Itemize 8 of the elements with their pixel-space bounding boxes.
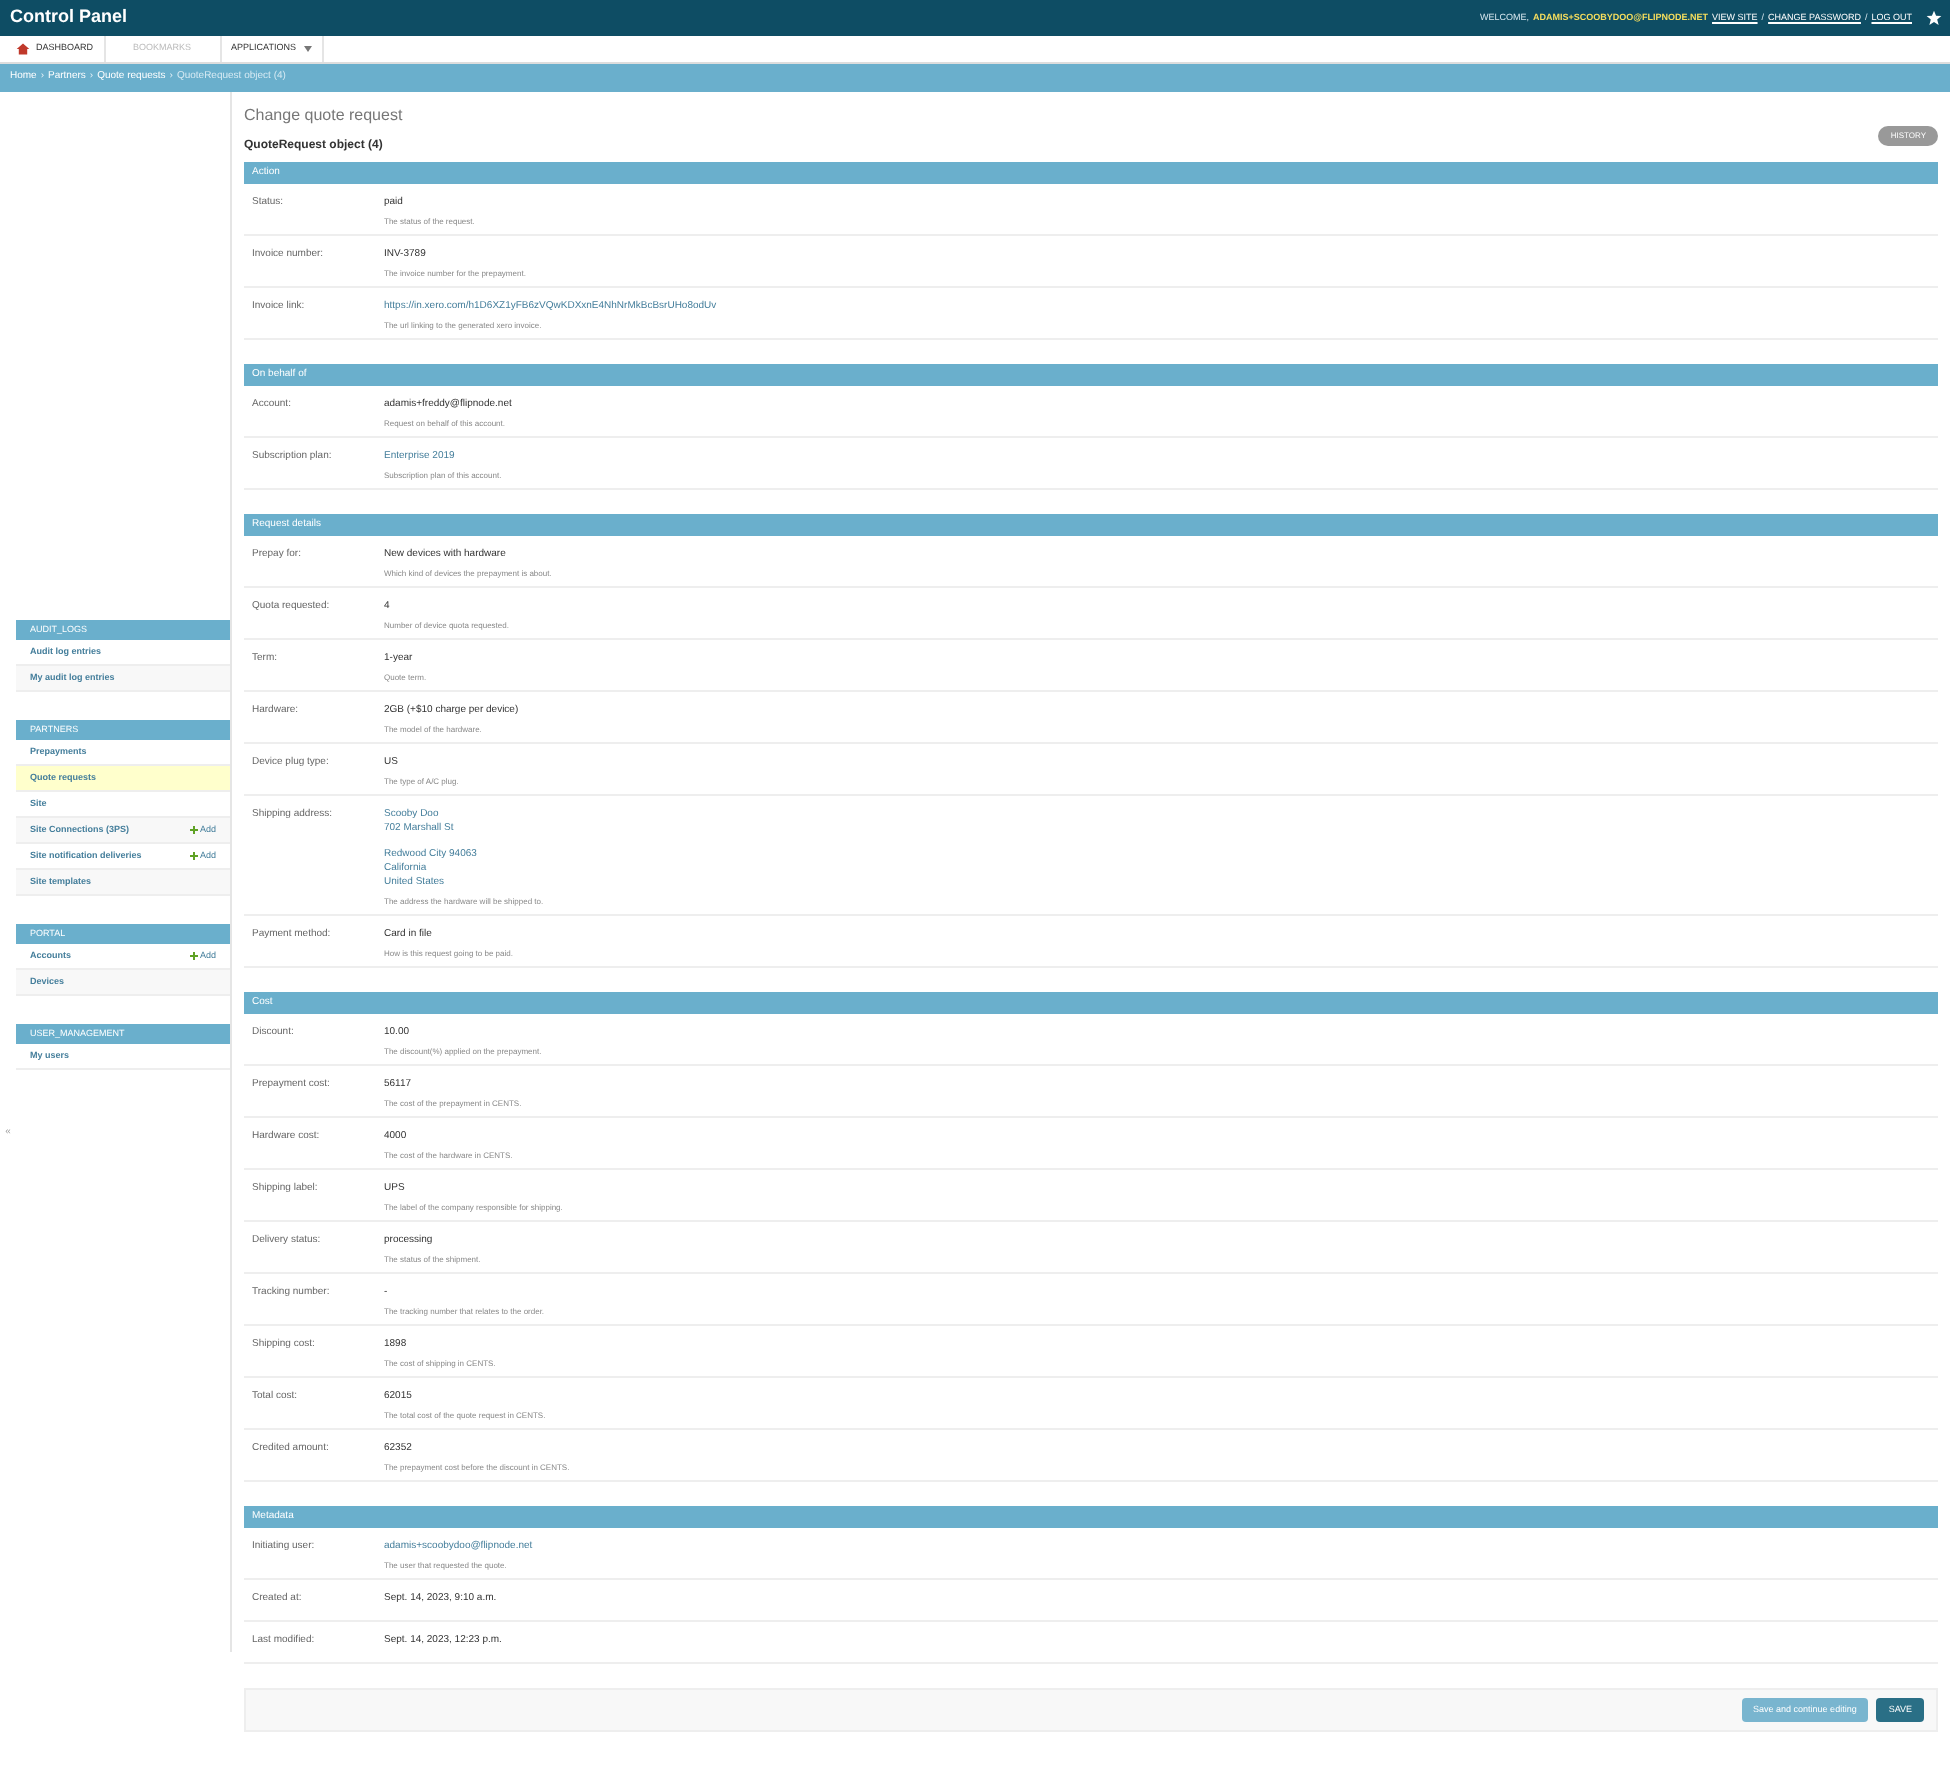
- star-icon[interactable]: [1926, 10, 1942, 26]
- plus-icon: [189, 852, 198, 860]
- page-title: Change quote request: [244, 106, 405, 126]
- plus-icon: [189, 826, 198, 834]
- home-icon: [16, 42, 30, 56]
- plus-icon: [189, 952, 198, 960]
- caret-icon: [303, 46, 312, 52]
- site-title: Control Panel: [10, 4, 128, 31]
